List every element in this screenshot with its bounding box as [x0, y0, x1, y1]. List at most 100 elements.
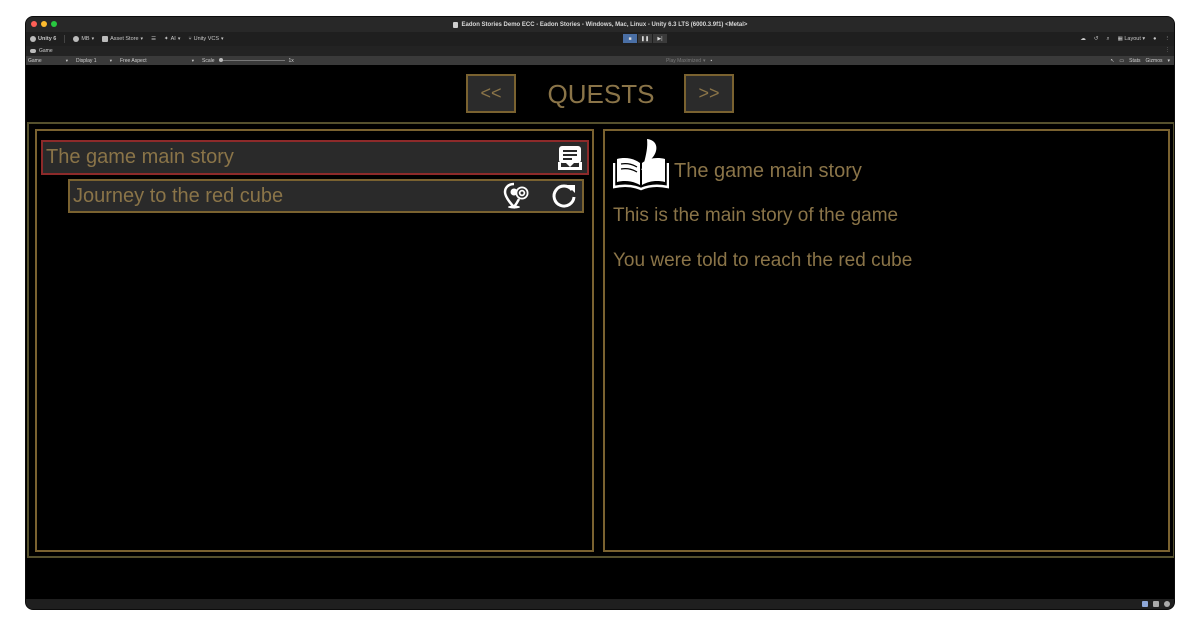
menu-icon: ☰: [151, 36, 156, 42]
next-page-button[interactable]: >>: [684, 74, 734, 113]
play-maximized-dropdown[interactable]: Play Maximized ▾ ▪: [666, 56, 712, 65]
quest-journal-frame: The game main story Journey to the red c…: [27, 122, 1174, 558]
unity-label: Unity 6: [38, 36, 57, 42]
toolbar-divider: [64, 35, 66, 43]
quest-list-panel: The game main story Journey to the red c…: [35, 129, 594, 552]
vcs-label: Unity VCS: [193, 36, 220, 42]
chevron-down-icon: ▾: [191, 57, 194, 63]
play-maximized-label: Play Maximized: [666, 57, 702, 64]
scale-value: 1x: [288, 57, 294, 64]
console-icon[interactable]: [1153, 601, 1159, 607]
more-options-icon[interactable]: ⋮: [1165, 36, 1171, 42]
chevron-down-icon: ▾: [65, 57, 68, 63]
unity-vcs-button[interactable]: ⑂ Unity VCS ▾: [188, 36, 223, 42]
play-button[interactable]: ■: [623, 34, 637, 43]
quest-log-icon: [555, 143, 585, 173]
toolbar-right: ☁ ↺ ⌕ ▦ Layout ▾ ● ⋮: [1080, 32, 1170, 46]
window-title: Eadon Stories Demo ECC - Eadon Stories -…: [461, 21, 748, 28]
game-mode-label: Game: [28, 57, 42, 64]
quests-title: QUESTS: [547, 79, 655, 109]
unity-editor-window: Eadon Stories Demo ECC - Eadon Stories -…: [25, 16, 1175, 610]
help-icon[interactable]: ●: [1153, 36, 1156, 42]
play-icon: ■: [628, 35, 632, 42]
account-label: MB: [81, 36, 90, 42]
tab-game[interactable]: Game: [39, 48, 53, 54]
notification-icon[interactable]: [1142, 601, 1148, 607]
quest-item-red-cube[interactable]: Journey to the red cube: [68, 179, 584, 213]
game-mode-dropdown[interactable]: Game ▾: [28, 58, 68, 64]
frame-icon[interactable]: ▭: [1119, 58, 1124, 64]
title-bar: Eadon Stories Demo ECC - Eadon Stories -…: [26, 17, 1174, 32]
settings-icon[interactable]: [1164, 601, 1170, 607]
chevron-down-icon: ▾: [177, 36, 181, 42]
chevron-down-icon: ▾: [1142, 36, 1146, 42]
unity-menu-button[interactable]: Unity 6: [30, 36, 56, 42]
asset-store-button[interactable]: Asset Store ▾: [102, 36, 143, 42]
cloud-icon[interactable]: ☁: [1080, 36, 1086, 42]
chevron-down-icon: ▾: [91, 36, 95, 42]
layout-label: Layout: [1124, 36, 1141, 42]
account-icon: [73, 36, 80, 42]
quest-detail-description: This is the main story of the game: [613, 205, 899, 226]
main-toolbar: Unity 6 MB ▾ Asset Store ▾ ☰ ✦ AI ▾ ⑂ Un…: [26, 32, 1174, 46]
ai-label: AI: [170, 36, 176, 42]
chevron-down-icon: ▾: [221, 36, 224, 42]
quest-detail-title: The game main story: [674, 160, 862, 182]
step-button[interactable]: ▶|: [653, 34, 667, 43]
quest-detail-objective: You were told to reach the red cube: [613, 250, 913, 271]
cursor-icon[interactable]: ↖: [1110, 58, 1114, 64]
gamepad-icon: [30, 49, 36, 53]
account-button[interactable]: MB ▾: [73, 36, 94, 42]
scale-control: Scale 1x: [202, 58, 294, 64]
gizmos-button[interactable]: Gizmos: [1146, 58, 1163, 64]
play-controls: ■ ❚❚ ▶|: [623, 34, 667, 43]
search-icon[interactable]: ⌕: [1107, 36, 1110, 43]
book-quill-icon: [612, 137, 670, 198]
maximize-window-button[interactable]: [51, 21, 57, 27]
document-icon: [452, 21, 458, 28]
status-bar: [26, 599, 1174, 609]
step-icon: ▶|: [657, 35, 663, 42]
layout-icon: ▦: [1117, 36, 1123, 42]
close-window-button[interactable]: [31, 21, 37, 27]
history-icon[interactable]: ↺: [1094, 36, 1099, 42]
ai-button[interactable]: ✦ AI ▾: [164, 36, 180, 42]
layout-dropdown[interactable]: ▦ Layout ▾: [1118, 36, 1146, 42]
display-label: Display 1: [76, 57, 97, 64]
chevron-down-icon: ▾: [703, 57, 706, 64]
status-icons: [1142, 601, 1170, 607]
sparkle-icon: ✦: [164, 36, 169, 42]
scale-slider[interactable]: [218, 58, 285, 62]
game-tab-row: Game ⋮: [26, 46, 1174, 56]
aspect-label: Free Aspect: [120, 57, 147, 64]
minimize-window-button[interactable]: [41, 21, 47, 27]
quest-item-label: Journey to the red cube: [73, 184, 284, 207]
chevron-down-icon: ▾: [140, 36, 144, 42]
pause-icon: ❚❚: [640, 35, 650, 42]
game-view: << QUESTS >> The game main story Journey…: [26, 65, 1174, 600]
asset-store-label: Asset Store: [110, 36, 139, 42]
quest-item-label: The game main story: [46, 146, 234, 168]
mute-audio-icon[interactable]: ▪: [711, 58, 713, 64]
vcs-icon: ⑂: [188, 36, 192, 42]
location-target-icon: [502, 181, 532, 211]
window-controls: [31, 21, 57, 27]
retry-icon[interactable]: [549, 181, 579, 211]
quest-detail-panel: The game main story This is the main sto…: [603, 129, 1170, 552]
game-view-controls: Game ▾ Display 1 ▾ Free Aspect ▾ Scale 1…: [26, 56, 1174, 65]
package-manager-button[interactable]: ☰: [151, 36, 156, 42]
previous-page-button[interactable]: <<: [466, 74, 516, 113]
asset-store-icon: [102, 36, 109, 42]
aspect-dropdown[interactable]: Free Aspect ▾: [120, 58, 194, 64]
quest-item-main-story[interactable]: The game main story: [41, 140, 589, 175]
chevron-down-icon: ▾: [109, 57, 112, 63]
game-view-right-controls: ↖ ▭ Stats Gizmos ▾: [1110, 56, 1170, 65]
scale-label: Scale: [202, 57, 215, 64]
display-dropdown[interactable]: Display 1 ▾: [76, 58, 112, 64]
stats-button[interactable]: Stats: [1129, 58, 1140, 64]
chevron-down-icon[interactable]: ▾: [1167, 58, 1170, 64]
tab-options-icon[interactable]: ⋮: [1165, 47, 1170, 53]
unity-logo-icon: [30, 36, 36, 42]
quest-detail-header: The game main story: [612, 137, 862, 198]
pause-button[interactable]: ❚❚: [638, 34, 652, 43]
